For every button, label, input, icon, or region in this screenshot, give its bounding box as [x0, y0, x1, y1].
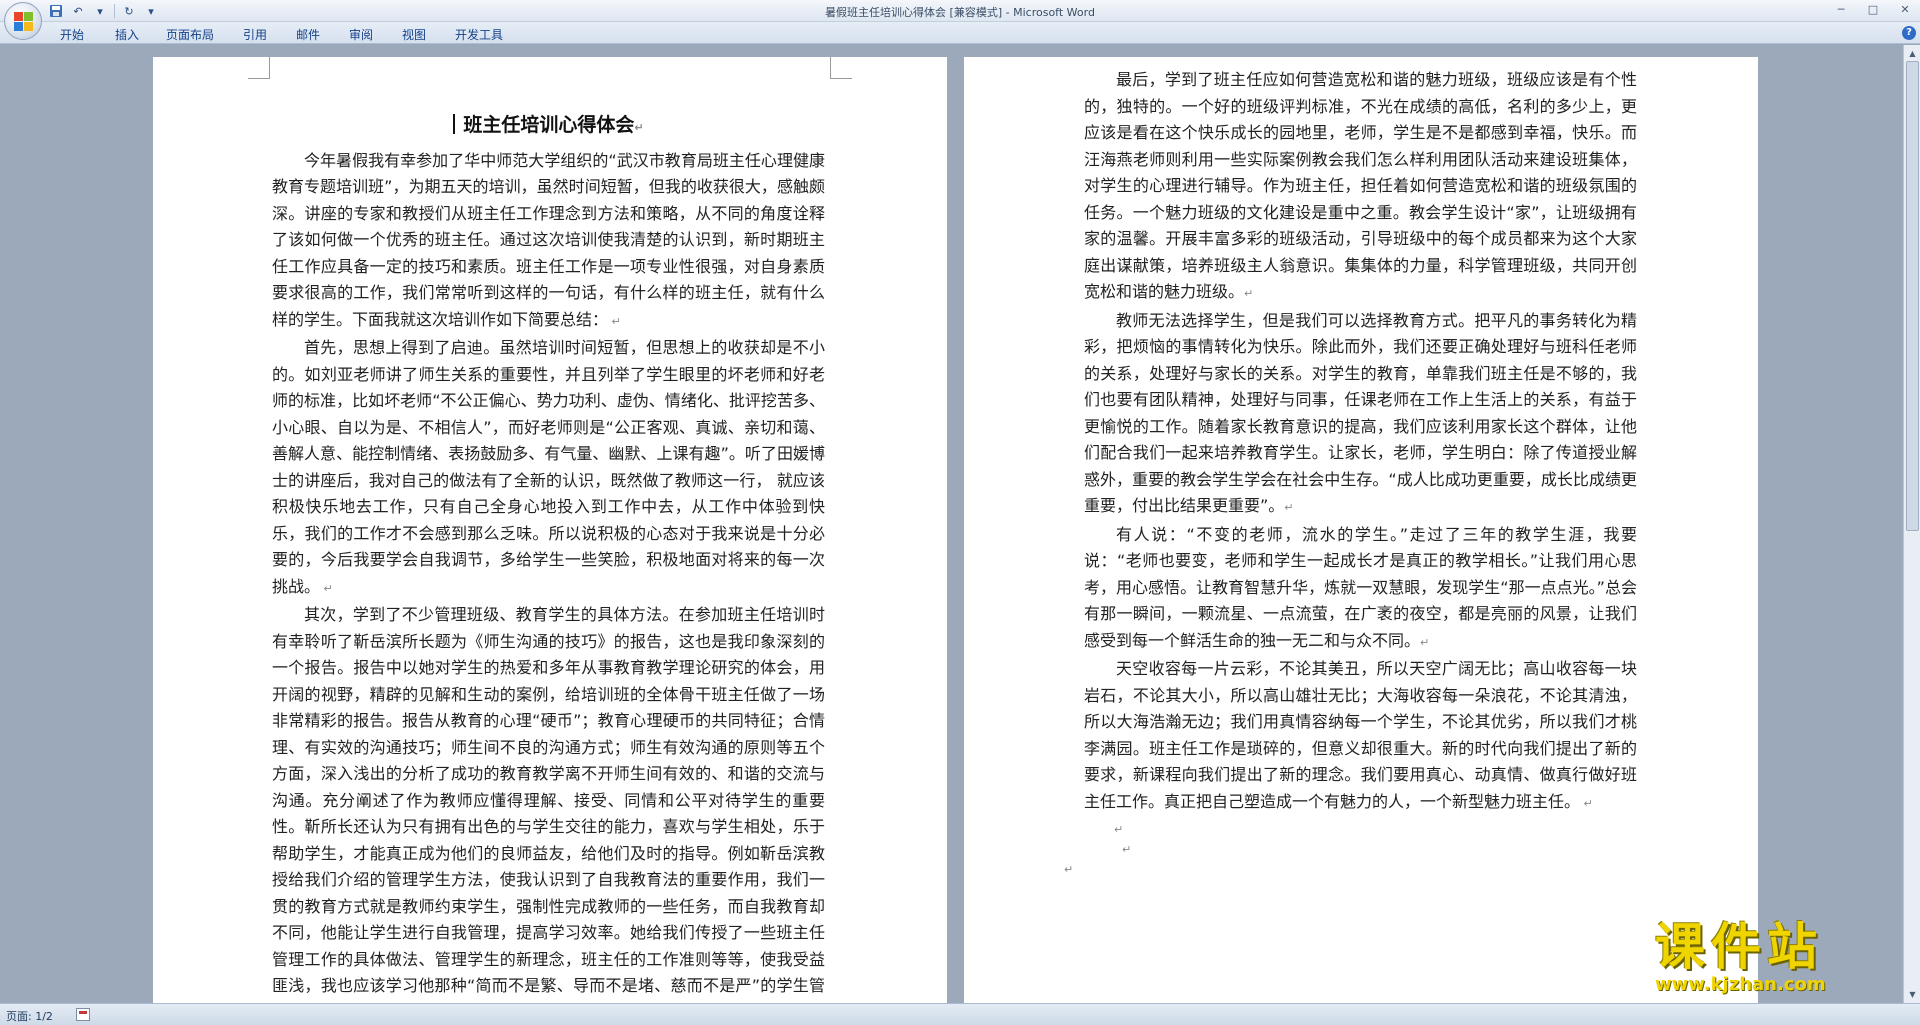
page-1-text[interactable]: 班主任培训心得体会↵ 今年暑假我有幸参加了华中师范大学组织的“武汉市教育局班主任… — [272, 112, 825, 1003]
paragraph: 天空收容每一片云彩，不论其美丑，所以天空广阔无比；高山收容每一块岩石，不论其大小… — [1084, 656, 1637, 817]
margin-corner-marker — [248, 57, 270, 79]
tab-review[interactable]: 审阅 — [349, 26, 373, 43]
tab-insert[interactable]: 插入 — [115, 26, 139, 43]
maximize-icon[interactable]: □ — [1862, 2, 1884, 18]
document-title-line: 班主任培训心得体会↵ — [272, 112, 825, 142]
watermark-url: www.kjzhan.com — [1655, 974, 1826, 995]
margin-corner-marker — [830, 57, 852, 79]
paragraph-mark-icon: ↵ — [608, 314, 621, 328]
paragraph-text: 首先，思想上得到了启迪。虽然培训时间短暂，但思想上的收获却是不小的。如刘亚老师讲… — [272, 338, 825, 596]
document-workspace: 班主任培训心得体会↵ 今年暑假我有幸参加了华中师范大学组织的“武汉市教育局班主任… — [0, 45, 1920, 1003]
paragraph-text: 最后，学到了班主任应如何营造宽松和谐的魅力班级，班级应该是有个性的，独特的。一个… — [1084, 70, 1637, 301]
watermark-logo-text: 课件站 — [1655, 917, 1823, 976]
site-watermark: 课件站 www.kjzhan.com — [1655, 920, 1905, 1000]
paragraph: 其次，学到了不少管理班级、教育学生的具体方法。在参加班主任培训时有幸聆听了靳岳滨… — [272, 602, 825, 1003]
title-bar: ↶ ▾ ↻ ▾ 暑假班主任培训心得体会 [兼容模式] - Microsoft W… — [0, 0, 1920, 22]
paragraph-mark-icon: ↵ — [1244, 287, 1254, 300]
vertical-scrollbar[interactable]: ▲ ▼ — [1903, 45, 1920, 1003]
page-counter[interactable]: 页面: 1/2 — [6, 1008, 53, 1024]
text-cursor — [453, 114, 456, 134]
document-page-2[interactable]: 最后，学到了班主任应如何营造宽松和谐的魅力班级，班级应该是有个性的，独特的。一个… — [964, 57, 1758, 1003]
paragraph-mark-icon: ↵ — [1114, 823, 1124, 836]
paragraph: 首先，思想上得到了启迪。虽然培训时间短暂，但思想上的收获却是不小的。如刘亚老师讲… — [272, 335, 825, 602]
office-logo-icon — [14, 12, 34, 32]
paragraph: 教师无法选择学生，但是我们可以选择教育方式。把平凡的事务转化为精彩，把烦恼的事情… — [1084, 308, 1637, 522]
close-icon[interactable]: ✕ — [1894, 2, 1916, 18]
tab-developer[interactable]: 开发工具 — [455, 26, 503, 43]
paragraph-text: 教师无法选择学生，但是我们可以选择教育方式。把平凡的事务转化为精彩，把烦恼的事情… — [1084, 310, 1637, 516]
paragraph: 今年暑假我有幸参加了华中师范大学组织的“武汉市教育局班主任心理健康教育专题培训班… — [272, 148, 825, 336]
tab-view[interactable]: 视图 — [402, 26, 426, 43]
scrollbar-thumb[interactable] — [1906, 61, 1919, 531]
paragraph-mark-icon: ↵ — [634, 121, 644, 134]
tab-references[interactable]: 引用 — [243, 26, 267, 43]
paragraph-mark-icon: ↵ — [1580, 796, 1593, 810]
help-icon[interactable]: ? — [1902, 26, 1916, 40]
document-title: 班主任培训心得体会 — [463, 114, 635, 136]
status-bar: 页面: 1/2 — [0, 1003, 1920, 1025]
ribbon-tabs: 开始 插入 页面布局 引用 邮件 审阅 视图 开发工具 ? — [0, 22, 1920, 44]
paragraph-text: 天空收容每一片云彩，不论其美丑，所以天空广阔无比；高山收容每一块岩石，不论其大小… — [1084, 659, 1637, 811]
paragraph-mark-icon: ↵ — [320, 581, 333, 595]
paragraph-text: 有人说：“不变的老师，流水的学生。”走过了三年的教学生涯，我要说：“老师也要变，… — [1084, 524, 1637, 650]
window-title: 暑假班主任培训心得体会 [兼容模式] - Microsoft Word — [825, 6, 1095, 19]
paragraph-mark-icon: ↵ — [1284, 501, 1294, 514]
tab-home[interactable]: 开始 — [60, 26, 84, 43]
office-button[interactable] — [4, 2, 42, 40]
minimize-icon[interactable]: ─ — [1830, 2, 1852, 18]
window-controls: ─ □ ✕ — [1830, 2, 1916, 18]
scroll-down-icon[interactable]: ▼ — [1906, 988, 1919, 1001]
tab-mailings[interactable]: 邮件 — [296, 26, 320, 43]
paragraph-mark-icon: ↵ — [1122, 843, 1132, 856]
paragraph-text: 今年暑假我有幸参加了华中师范大学组织的“武汉市教育局班主任心理健康教育专题培训班… — [272, 150, 825, 329]
paragraph: 有人说：“不变的老师，流水的学生。”走过了三年的教学生涯，我要说：“老师也要变，… — [1084, 522, 1637, 657]
scroll-up-icon[interactable]: ▲ — [1906, 47, 1919, 60]
paragraph-mark-icon: ↵ — [1064, 863, 1074, 876]
document-page-1[interactable]: 班主任培训心得体会↵ 今年暑假我有幸参加了华中师范大学组织的“武汉市教育局班主任… — [153, 57, 947, 1003]
page-2-text[interactable]: 最后，学到了班主任应如何营造宽松和谐的魅力班级，班级应该是有个性的，独特的。一个… — [1064, 67, 1637, 877]
proofing-icon[interactable] — [76, 1008, 90, 1021]
paragraph-text: 其次，学到了不少管理班级、教育学生的具体方法。在参加班主任培训时有幸聆听了靳岳滨… — [272, 605, 825, 1003]
paragraph: 最后，学到了班主任应如何营造宽松和谐的魅力班级，班级应该是有个性的，独特的。一个… — [1084, 67, 1637, 308]
paragraph-mark-icon: ↵ — [1420, 635, 1430, 649]
tab-page-layout[interactable]: 页面布局 — [166, 26, 214, 43]
